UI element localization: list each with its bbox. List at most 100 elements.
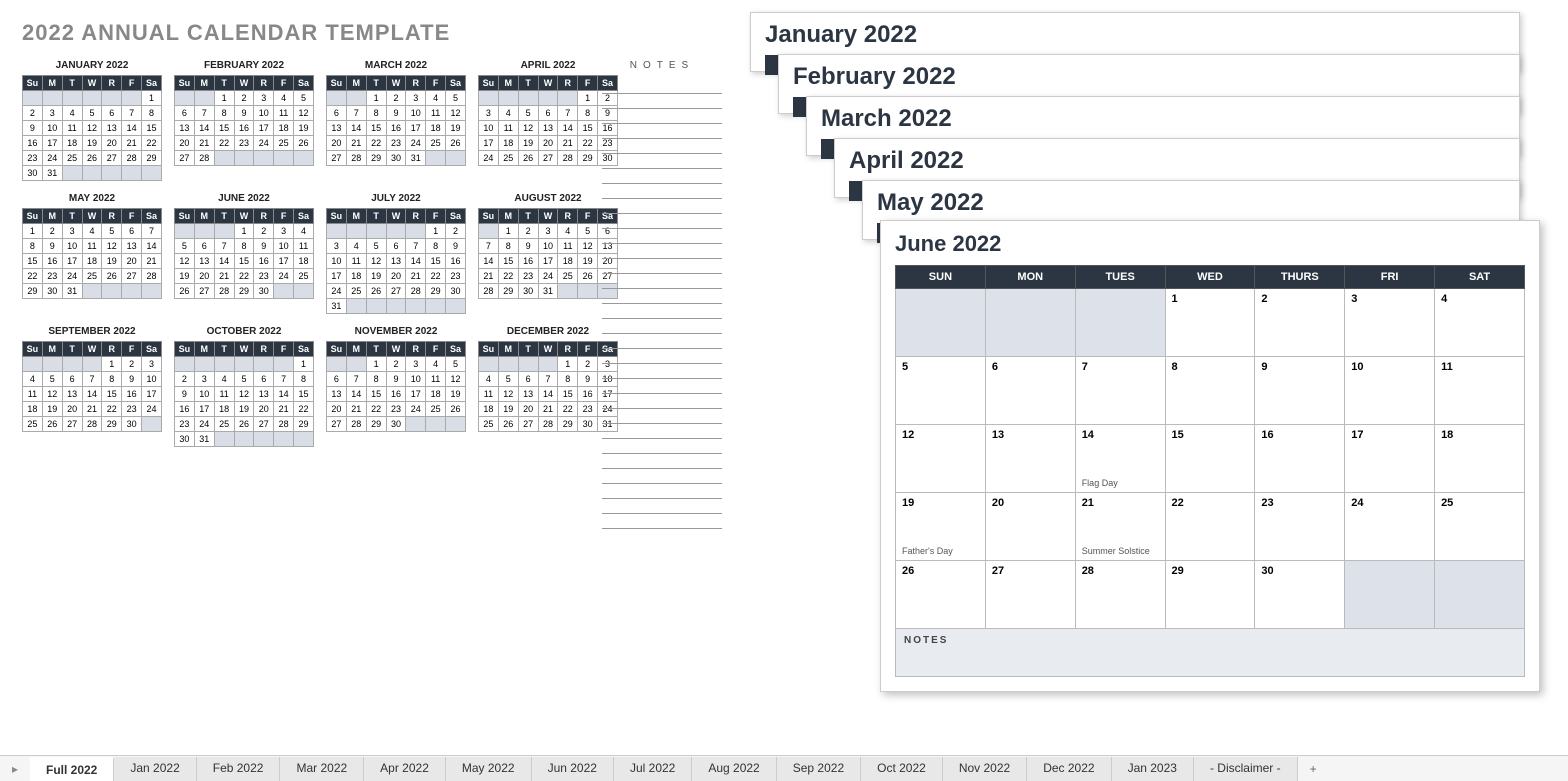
notes-line[interactable] — [602, 154, 722, 169]
day-cell[interactable]: 19Father's Day — [896, 493, 986, 561]
day-cell[interactable]: 5 — [896, 357, 986, 425]
sheet-tab[interactable]: Feb 2022 — [197, 757, 281, 781]
day-cell[interactable]: 1 — [1165, 289, 1255, 357]
sheet-tab[interactable]: May 2022 — [446, 757, 532, 781]
notes-line[interactable] — [602, 184, 722, 199]
day-cell[interactable]: 15 — [1165, 425, 1255, 493]
day-cell[interactable]: 3 — [1345, 289, 1435, 357]
notes-line[interactable] — [602, 214, 722, 229]
day-cell[interactable] — [1075, 289, 1165, 357]
notes-line[interactable] — [602, 469, 722, 484]
mini-day-cell: 5 — [446, 91, 466, 106]
day-cell[interactable]: 12 — [896, 425, 986, 493]
mini-day-cell: 6 — [194, 239, 214, 254]
notes-line[interactable] — [602, 394, 722, 409]
day-cell[interactable]: 28 — [1075, 561, 1165, 629]
day-cell[interactable] — [1345, 561, 1435, 629]
notes-line[interactable] — [602, 484, 722, 499]
mini-day-cell: 30 — [386, 417, 406, 432]
tab-nav-arrow[interactable]: ▸ — [0, 762, 30, 776]
sheet-tab[interactable]: Full 2022 — [30, 757, 114, 781]
day-event: Flag Day — [1082, 478, 1118, 488]
notes-line[interactable] — [602, 289, 722, 304]
mini-day-cell: 31 — [194, 432, 214, 447]
notes-line[interactable] — [602, 124, 722, 139]
month-notes-area[interactable]: NOTES — [895, 629, 1525, 677]
day-cell[interactable] — [896, 289, 986, 357]
sheet-tab[interactable]: Jan 2023 — [1112, 757, 1194, 781]
day-cell[interactable]: 25 — [1435, 493, 1525, 561]
sheet-tab[interactable]: Apr 2022 — [364, 757, 446, 781]
day-cell[interactable]: 16 — [1255, 425, 1345, 493]
notes-line[interactable] — [602, 94, 722, 109]
mini-day-cell — [194, 357, 214, 372]
notes-line[interactable] — [602, 379, 722, 394]
day-cell[interactable]: 21Summer Solstice — [1075, 493, 1165, 561]
sheet-tab[interactable]: Jan 2022 — [114, 757, 196, 781]
day-cell[interactable] — [985, 289, 1075, 357]
sheet-tab[interactable]: Nov 2022 — [943, 757, 1027, 781]
notes-line[interactable] — [602, 499, 722, 514]
sheet-tab[interactable]: - Disclaimer - — [1194, 757, 1298, 781]
notes-line[interactable] — [602, 424, 722, 439]
day-cell[interactable]: 24 — [1345, 493, 1435, 561]
day-cell[interactable]: 20 — [985, 493, 1075, 561]
notes-line[interactable] — [602, 439, 722, 454]
mini-calendar-title: SEPTEMBER 2022 — [22, 326, 162, 337]
dow-header: R — [406, 76, 426, 91]
sheet-tab[interactable]: Mar 2022 — [280, 757, 364, 781]
mini-day-cell: 15 — [578, 121, 598, 136]
day-cell[interactable]: 8 — [1165, 357, 1255, 425]
notes-line[interactable] — [602, 514, 722, 529]
notes-line[interactable] — [602, 304, 722, 319]
day-cell[interactable]: 2 — [1255, 289, 1345, 357]
notes-line[interactable] — [602, 109, 722, 124]
day-cell[interactable]: 4 — [1435, 289, 1525, 357]
notes-line[interactable] — [602, 454, 722, 469]
day-cell[interactable]: 11 — [1435, 357, 1525, 425]
sheet-tab[interactable]: Oct 2022 — [861, 757, 943, 781]
day-cell[interactable]: 22 — [1165, 493, 1255, 561]
sheet-tab[interactable]: Dec 2022 — [1027, 757, 1111, 781]
mini-day-cell: 11 — [214, 387, 234, 402]
notes-line[interactable] — [602, 274, 722, 289]
day-cell[interactable]: 27 — [985, 561, 1075, 629]
notes-line[interactable] — [602, 349, 722, 364]
day-cell[interactable]: 17 — [1345, 425, 1435, 493]
day-cell[interactable]: 30 — [1255, 561, 1345, 629]
notes-line[interactable] — [602, 199, 722, 214]
mini-day-cell — [274, 432, 294, 447]
dow-header: T — [62, 209, 82, 224]
notes-line[interactable] — [602, 244, 722, 259]
notes-line[interactable] — [602, 79, 722, 94]
day-cell[interactable]: 14Flag Day — [1075, 425, 1165, 493]
day-cell[interactable] — [1435, 561, 1525, 629]
notes-line[interactable] — [602, 229, 722, 244]
notes-line[interactable] — [602, 259, 722, 274]
notes-line[interactable] — [602, 409, 722, 424]
day-cell[interactable]: 10 — [1345, 357, 1435, 425]
day-cell[interactable]: 6 — [985, 357, 1075, 425]
day-cell[interactable]: 26 — [896, 561, 986, 629]
mini-calendar: JANUARY 2022SuMTWRFSa1234567891011121314… — [22, 60, 162, 181]
sheet-tab[interactable]: Sep 2022 — [777, 757, 861, 781]
add-sheet-button[interactable]: + — [1298, 758, 1329, 780]
mini-day-cell: 20 — [327, 136, 347, 151]
mini-day-cell: 24 — [274, 269, 294, 284]
notes-line[interactable] — [602, 139, 722, 154]
mini-day-cell — [194, 91, 214, 106]
sheet-tab[interactable]: Aug 2022 — [692, 757, 776, 781]
day-cell[interactable]: 9 — [1255, 357, 1345, 425]
day-cell[interactable]: 23 — [1255, 493, 1345, 561]
day-cell[interactable]: 13 — [985, 425, 1075, 493]
day-cell[interactable]: 7 — [1075, 357, 1165, 425]
day-cell[interactable]: 18 — [1435, 425, 1525, 493]
notes-line[interactable] — [602, 169, 722, 184]
sheet-tab[interactable]: Jun 2022 — [532, 757, 614, 781]
mini-day-cell: 21 — [82, 402, 102, 417]
notes-line[interactable] — [602, 334, 722, 349]
notes-line[interactable] — [602, 319, 722, 334]
notes-line[interactable] — [602, 364, 722, 379]
sheet-tab[interactable]: Jul 2022 — [614, 757, 692, 781]
day-cell[interactable]: 29 — [1165, 561, 1255, 629]
